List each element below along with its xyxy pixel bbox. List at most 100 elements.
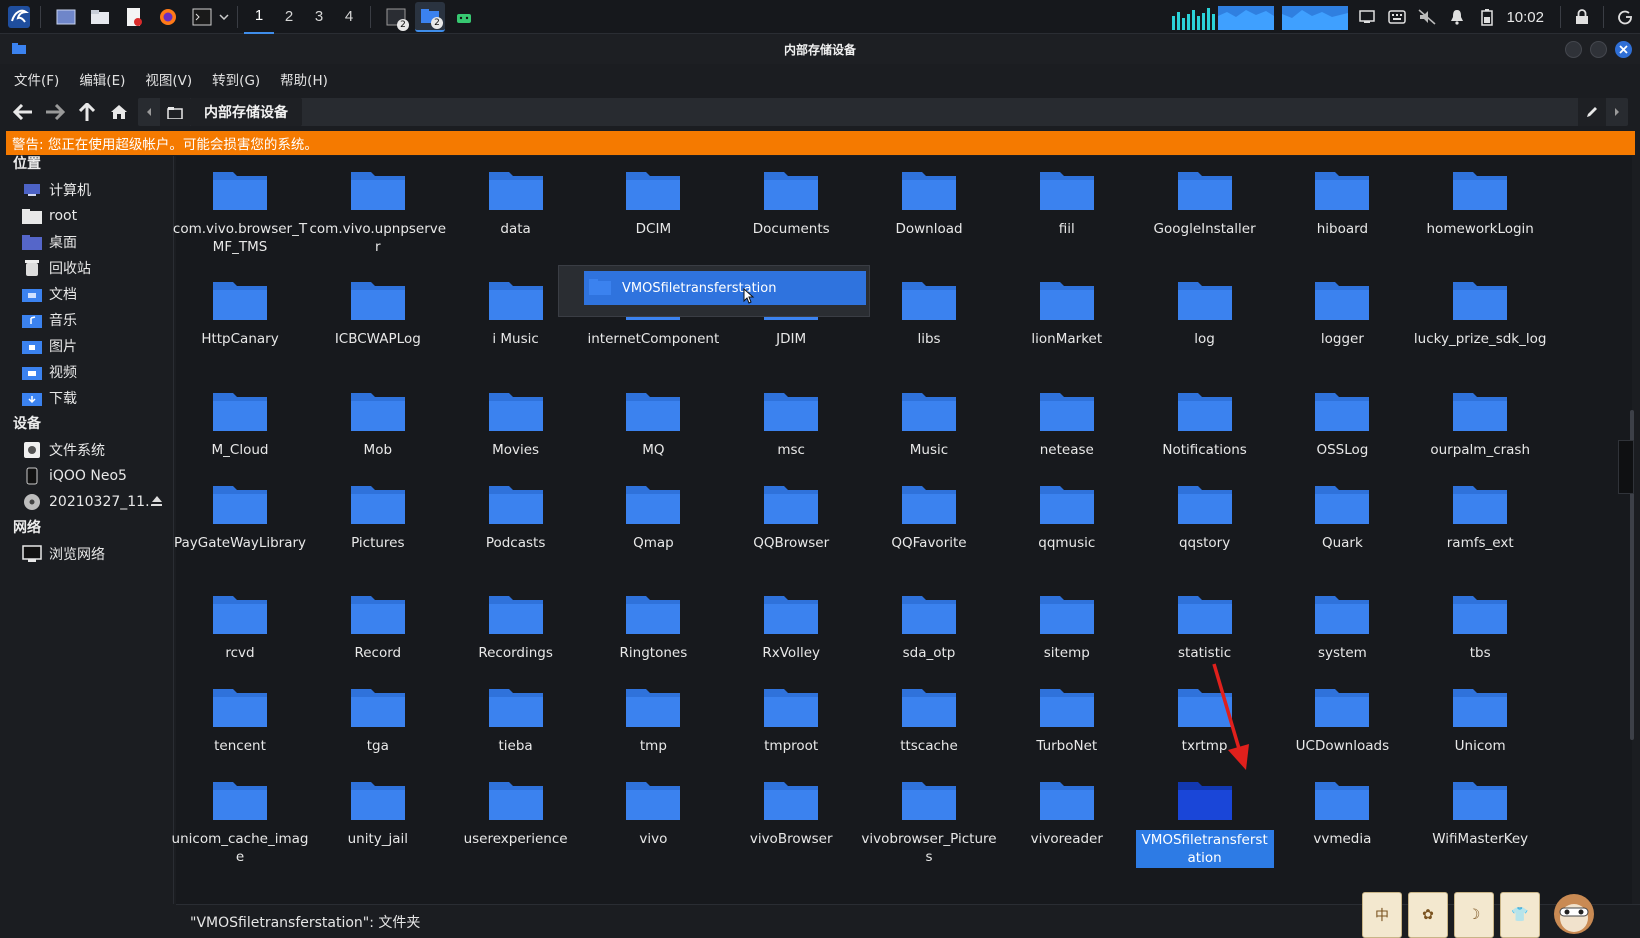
folder-item[interactable]: libs xyxy=(859,266,999,348)
folder-item[interactable]: Ringtones xyxy=(583,580,723,662)
workspace-4[interactable]: 4 xyxy=(334,0,364,34)
folder-item[interactable]: OSSLog xyxy=(1272,377,1412,459)
terminal-icon[interactable] xyxy=(187,2,217,32)
folder-item[interactable]: RxVolley xyxy=(721,580,861,662)
file-manager-icon[interactable] xyxy=(85,2,115,32)
workspace-2[interactable]: 2 xyxy=(274,0,304,34)
text-editor-icon[interactable] xyxy=(119,2,149,32)
folder-item[interactable]: system xyxy=(1272,580,1412,662)
menu-help[interactable]: 帮助(H) xyxy=(272,69,336,89)
folder-item[interactable]: Podcasts xyxy=(446,470,586,552)
folder-item[interactable]: tbs xyxy=(1410,580,1550,662)
folder-item[interactable]: msc xyxy=(721,377,861,459)
folder-item[interactable]: TurboNet xyxy=(997,673,1137,755)
folder-item[interactable]: qqstory xyxy=(1135,470,1275,552)
sticker-chinese-icon[interactable]: 中 xyxy=(1362,892,1402,938)
folder-item[interactable]: ramfs_ext xyxy=(1410,470,1550,552)
path-scroll-right-icon[interactable] xyxy=(1606,98,1628,126)
sidebar-item-place-8[interactable]: 下载 xyxy=(0,385,173,411)
firefox-icon[interactable] xyxy=(153,2,183,32)
clock[interactable]: 10:02 xyxy=(1506,9,1544,26)
folder-item[interactable]: vivobrowser_Pictures xyxy=(859,766,999,866)
sidebar-item-place-4[interactable]: 文档 xyxy=(0,281,173,307)
menu-edit[interactable]: 编辑(E) xyxy=(71,69,133,89)
folder-item[interactable]: Music xyxy=(859,377,999,459)
folder-item[interactable]: HttpCanary xyxy=(170,266,310,348)
folder-item[interactable]: Mob xyxy=(308,377,448,459)
folder-item[interactable]: Movies xyxy=(446,377,586,459)
path-root-folder-icon[interactable] xyxy=(160,98,190,126)
sidebar-item-device-0[interactable]: 文件系统 xyxy=(0,437,173,463)
sidebar-item-place-5[interactable]: 音乐 xyxy=(0,307,173,333)
folder-item[interactable]: Recordings xyxy=(446,580,586,662)
folder-item[interactable]: tga xyxy=(308,673,448,755)
folder-item[interactable]: com.vivo.upnpserver xyxy=(308,156,448,256)
up-button[interactable] xyxy=(72,97,102,127)
maximize-button[interactable] xyxy=(1590,41,1607,58)
menu-view[interactable]: 视图(V) xyxy=(137,69,200,89)
folder-item[interactable]: homeworkLogin xyxy=(1410,156,1550,238)
sticker-moon-icon[interactable]: ☽ xyxy=(1454,892,1494,938)
mascot-icon[interactable] xyxy=(1546,888,1602,938)
folder-item[interactable]: ourpalm_crash xyxy=(1410,377,1550,459)
path-scroll-left-icon[interactable] xyxy=(138,98,160,126)
folder-item[interactable]: ICBCWAPLog xyxy=(308,266,448,348)
sidebar-item-device-2[interactable]: 20210327_11... xyxy=(0,489,173,515)
screen-icon[interactable] xyxy=(1352,0,1382,34)
folder-item[interactable]: tieba xyxy=(446,673,586,755)
folder-item[interactable]: Record xyxy=(308,580,448,662)
folder-item[interactable]: WifiMasterKey xyxy=(1410,766,1550,848)
folder-item[interactable]: Pictures xyxy=(308,470,448,552)
folder-item[interactable]: sda_otp xyxy=(859,580,999,662)
folder-item[interactable]: sitemp xyxy=(997,580,1137,662)
folder-item[interactable]: com.vivo.browser_TMF_TMS xyxy=(170,156,310,256)
folder-item[interactable]: vivo xyxy=(583,766,723,848)
lock-screen-icon[interactable] xyxy=(1567,0,1597,34)
folder-item[interactable]: lionMarket xyxy=(997,266,1137,348)
folder-item[interactable]: DCIM xyxy=(583,156,723,238)
folder-item[interactable]: vivoreader xyxy=(997,766,1137,848)
sidebar-item-place-6[interactable]: 图片 xyxy=(0,333,173,359)
sidebar-item-network-0[interactable]: 浏览网络 xyxy=(0,541,173,567)
folder-item[interactable]: Download xyxy=(859,156,999,238)
folder-item[interactable]: fiil xyxy=(997,156,1137,238)
sidebar-item-device-1[interactable]: iQOO Neo5 xyxy=(0,463,173,489)
folder-item[interactable]: QQFavorite xyxy=(859,470,999,552)
eject-icon[interactable] xyxy=(151,495,163,511)
folder-item[interactable]: VMOSfiletransferstation xyxy=(1135,766,1275,868)
folder-item[interactable]: Qmap xyxy=(583,470,723,552)
notifications-bell-icon[interactable] xyxy=(1442,0,1472,34)
keyboard-icon[interactable] xyxy=(1382,0,1412,34)
folder-item[interactable]: PayGateWayLibrary xyxy=(170,470,310,552)
app-menu-button[interactable] xyxy=(4,2,34,32)
folder-item[interactable]: data xyxy=(446,156,586,238)
home-button[interactable] xyxy=(104,97,134,127)
menu-go[interactable]: 转到(G) xyxy=(204,69,268,89)
folder-item[interactable]: tmp xyxy=(583,673,723,755)
menu-file[interactable]: 文件(F) xyxy=(6,69,67,89)
folder-item[interactable]: UCDownloads xyxy=(1272,673,1412,755)
window-titlebar[interactable]: 内部存储设备 xyxy=(0,34,1640,64)
folder-item[interactable]: tencent xyxy=(170,673,310,755)
folder-item[interactable]: Notifications xyxy=(1135,377,1275,459)
folder-item[interactable]: Unicom xyxy=(1410,673,1550,755)
sidebar-item-place-1[interactable]: root xyxy=(0,203,173,229)
folder-item[interactable]: Documents xyxy=(721,156,861,238)
sidebar-item-place-3[interactable]: 回收站 xyxy=(0,255,173,281)
taskbar-window-terminal[interactable]: 2 xyxy=(381,2,411,32)
show-desktop-icon[interactable] xyxy=(51,2,81,32)
workspace-3[interactable]: 3 xyxy=(304,0,334,34)
folder-item[interactable]: logger xyxy=(1272,266,1412,348)
terminal-dropdown-icon[interactable] xyxy=(217,2,231,32)
folder-item[interactable]: netease xyxy=(997,377,1137,459)
folder-item[interactable]: qqmusic xyxy=(997,470,1137,552)
folder-item[interactable]: unicom_cache_image xyxy=(170,766,310,866)
folder-item[interactable]: Quark xyxy=(1272,470,1412,552)
folder-item[interactable]: lucky_prize_sdk_log xyxy=(1410,266,1550,348)
folder-item[interactable]: unity_jail xyxy=(308,766,448,848)
folder-item[interactable]: vvmedia xyxy=(1272,766,1412,848)
close-button[interactable] xyxy=(1615,41,1632,58)
folder-item[interactable]: statistic xyxy=(1135,580,1275,662)
folder-item[interactable]: log xyxy=(1135,266,1275,348)
sticker-shirt-icon[interactable]: 👕 xyxy=(1500,892,1540,938)
